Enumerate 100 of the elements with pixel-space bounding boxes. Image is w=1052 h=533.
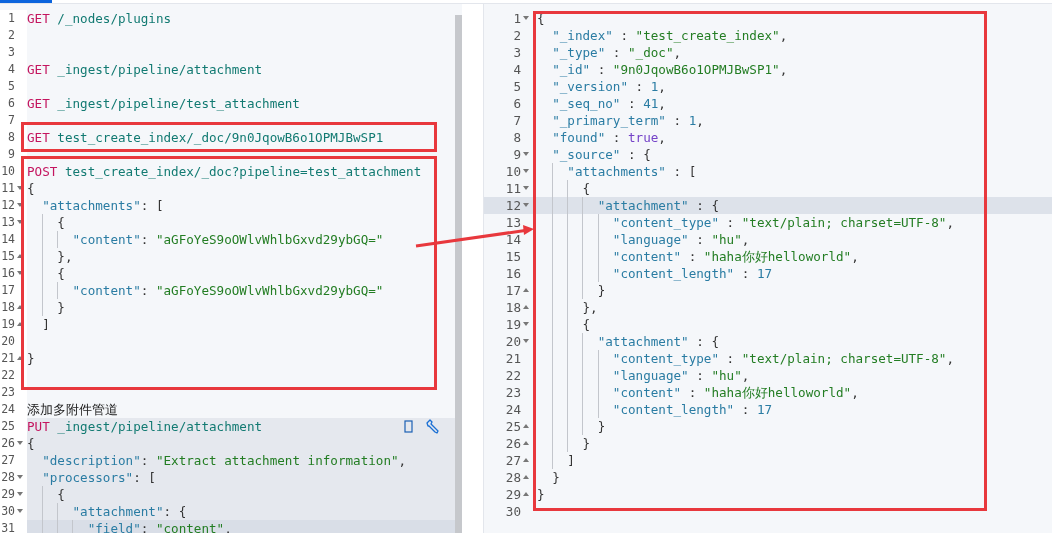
code-line: } — [537, 434, 591, 452]
line-number: 9 — [7, 145, 15, 163]
code-line: "processors": [ — [41, 468, 156, 486]
line-number: 16 — [0, 264, 15, 282]
code-line: "_primary_term" : 1, — [551, 111, 704, 129]
line-number: 8 — [7, 128, 15, 146]
code-line: { — [27, 264, 65, 282]
fold-arrow-icon[interactable] — [523, 305, 529, 309]
fold-arrow-icon[interactable] — [523, 16, 529, 20]
line-number: 29 — [504, 485, 521, 503]
code-line: "attachment": { — [27, 502, 187, 520]
line-number: 11 — [0, 179, 15, 197]
line-number: 8 — [512, 128, 521, 146]
scrollbar[interactable] — [455, 15, 462, 533]
fold-arrow-icon[interactable] — [523, 169, 529, 173]
code-line: } — [27, 349, 35, 367]
fold-arrow-icon[interactable] — [17, 203, 23, 207]
code-line: "content_type" : "text/plain; charset=UTF-8", — [537, 213, 955, 231]
line-number: 29 — [0, 485, 15, 503]
fold-arrow-icon[interactable] — [523, 424, 529, 428]
line-number: 13 — [504, 213, 521, 231]
wrench-icon[interactable] — [425, 418, 441, 434]
line-number: 31 — [0, 519, 15, 533]
code-line: "content_length" : 17 — [537, 264, 773, 282]
active-tab-indicator — [0, 0, 52, 3]
fold-arrow-icon[interactable] — [17, 305, 23, 309]
line-number: 26 — [504, 434, 521, 452]
line-number: 20 — [504, 332, 521, 350]
line-number: 12 — [504, 196, 521, 214]
fold-arrow-icon[interactable] — [523, 288, 529, 292]
rectangle-icon[interactable] — [404, 419, 413, 433]
line-number: 3 — [512, 43, 521, 61]
line-number: 30 — [504, 502, 521, 520]
line-number: 21 — [504, 349, 521, 367]
line-number: 5 — [512, 77, 521, 95]
code-line: "content" : "haha你好helloworld", — [537, 247, 859, 265]
fold-arrow-icon[interactable] — [523, 339, 529, 343]
fold-arrow-icon[interactable] — [523, 441, 529, 445]
code-line: "attachment" : { — [537, 196, 719, 214]
code-line: { — [27, 179, 35, 197]
line-number: 15 — [504, 247, 521, 265]
line-number: 1 — [7, 9, 15, 27]
fold-arrow-icon[interactable] — [523, 203, 529, 207]
line-number: 25 — [0, 417, 15, 435]
fold-arrow-icon[interactable] — [523, 475, 529, 479]
line-number: 16 — [504, 264, 521, 282]
line-number: 18 — [504, 298, 521, 316]
fold-arrow-icon[interactable] — [17, 509, 23, 513]
fold-arrow-icon[interactable] — [523, 152, 529, 156]
code-line: "_version" : 1, — [551, 77, 666, 95]
line-number: 22 — [0, 366, 15, 384]
line-number: 19 — [0, 315, 15, 333]
fold-arrow-icon[interactable] — [17, 492, 23, 496]
fold-arrow-icon[interactable] — [523, 492, 529, 496]
line-number: 15 — [0, 247, 15, 265]
fold-arrow-icon[interactable] — [17, 186, 23, 190]
line-number: 24 — [504, 400, 521, 418]
line-number: 26 — [0, 434, 15, 452]
fold-arrow-icon[interactable] — [17, 322, 23, 326]
line-number: 28 — [504, 468, 521, 486]
line-number: 14 — [504, 230, 521, 248]
line-number: 13 — [0, 213, 15, 231]
code-line: 添加多附件管道 — [27, 400, 118, 418]
code-line: } — [537, 281, 606, 299]
fold-arrow-icon[interactable] — [17, 356, 23, 360]
code-line: GET _ingest/pipeline/test_attachment — [27, 94, 300, 112]
fold-arrow-icon[interactable] — [17, 220, 23, 224]
code-line: } — [537, 485, 545, 503]
code-line: "attachments": [ — [41, 196, 164, 214]
code-line: "content": "aGFoYeS9oOWlvWhlbGxvd29ybGQ=" — [27, 281, 384, 299]
code-line: GET /_nodes/plugins — [27, 9, 172, 27]
code-line: POST test_create_index/_doc?pipeline=test_attachment — [27, 162, 422, 180]
code-line: "content" : "haha你好helloworld", — [537, 383, 859, 401]
line-number: 17 — [504, 281, 521, 299]
code-line: GET test_create_index/_doc/9n0JqowB6o1OPMJBwSP1 — [27, 128, 384, 146]
line-number: 20 — [0, 332, 15, 350]
line-number: 9 — [512, 145, 521, 163]
line-number: 25 — [504, 417, 521, 435]
fold-arrow-icon[interactable] — [523, 458, 529, 462]
code-line: "found" : true, — [551, 128, 666, 146]
code-line: } — [27, 298, 65, 316]
line-number: 4 — [512, 60, 521, 78]
code-line: "content_type" : "text/plain; charset=UTF-8", — [537, 349, 955, 367]
fold-arrow-icon[interactable] — [17, 271, 23, 275]
fold-arrow-icon[interactable] — [17, 254, 23, 258]
fold-arrow-icon[interactable] — [17, 441, 23, 445]
line-number: 19 — [504, 315, 521, 333]
fold-arrow-icon[interactable] — [17, 475, 23, 479]
code-line: ] — [41, 315, 50, 333]
code-line: "description": "Extract attachment information", — [41, 451, 407, 469]
line-number: 1 — [512, 9, 521, 27]
code-line: "language" : "hu", — [537, 230, 750, 248]
fold-arrow-icon[interactable] — [523, 186, 529, 190]
fold-arrow-icon[interactable] — [523, 322, 529, 326]
line-number: 27 — [504, 451, 521, 469]
line-number: 21 — [0, 349, 15, 367]
line-number: 5 — [7, 77, 15, 95]
line-number: 11 — [504, 179, 521, 197]
line-number: 23 — [504, 383, 521, 401]
line-number: 10 — [0, 162, 15, 180]
